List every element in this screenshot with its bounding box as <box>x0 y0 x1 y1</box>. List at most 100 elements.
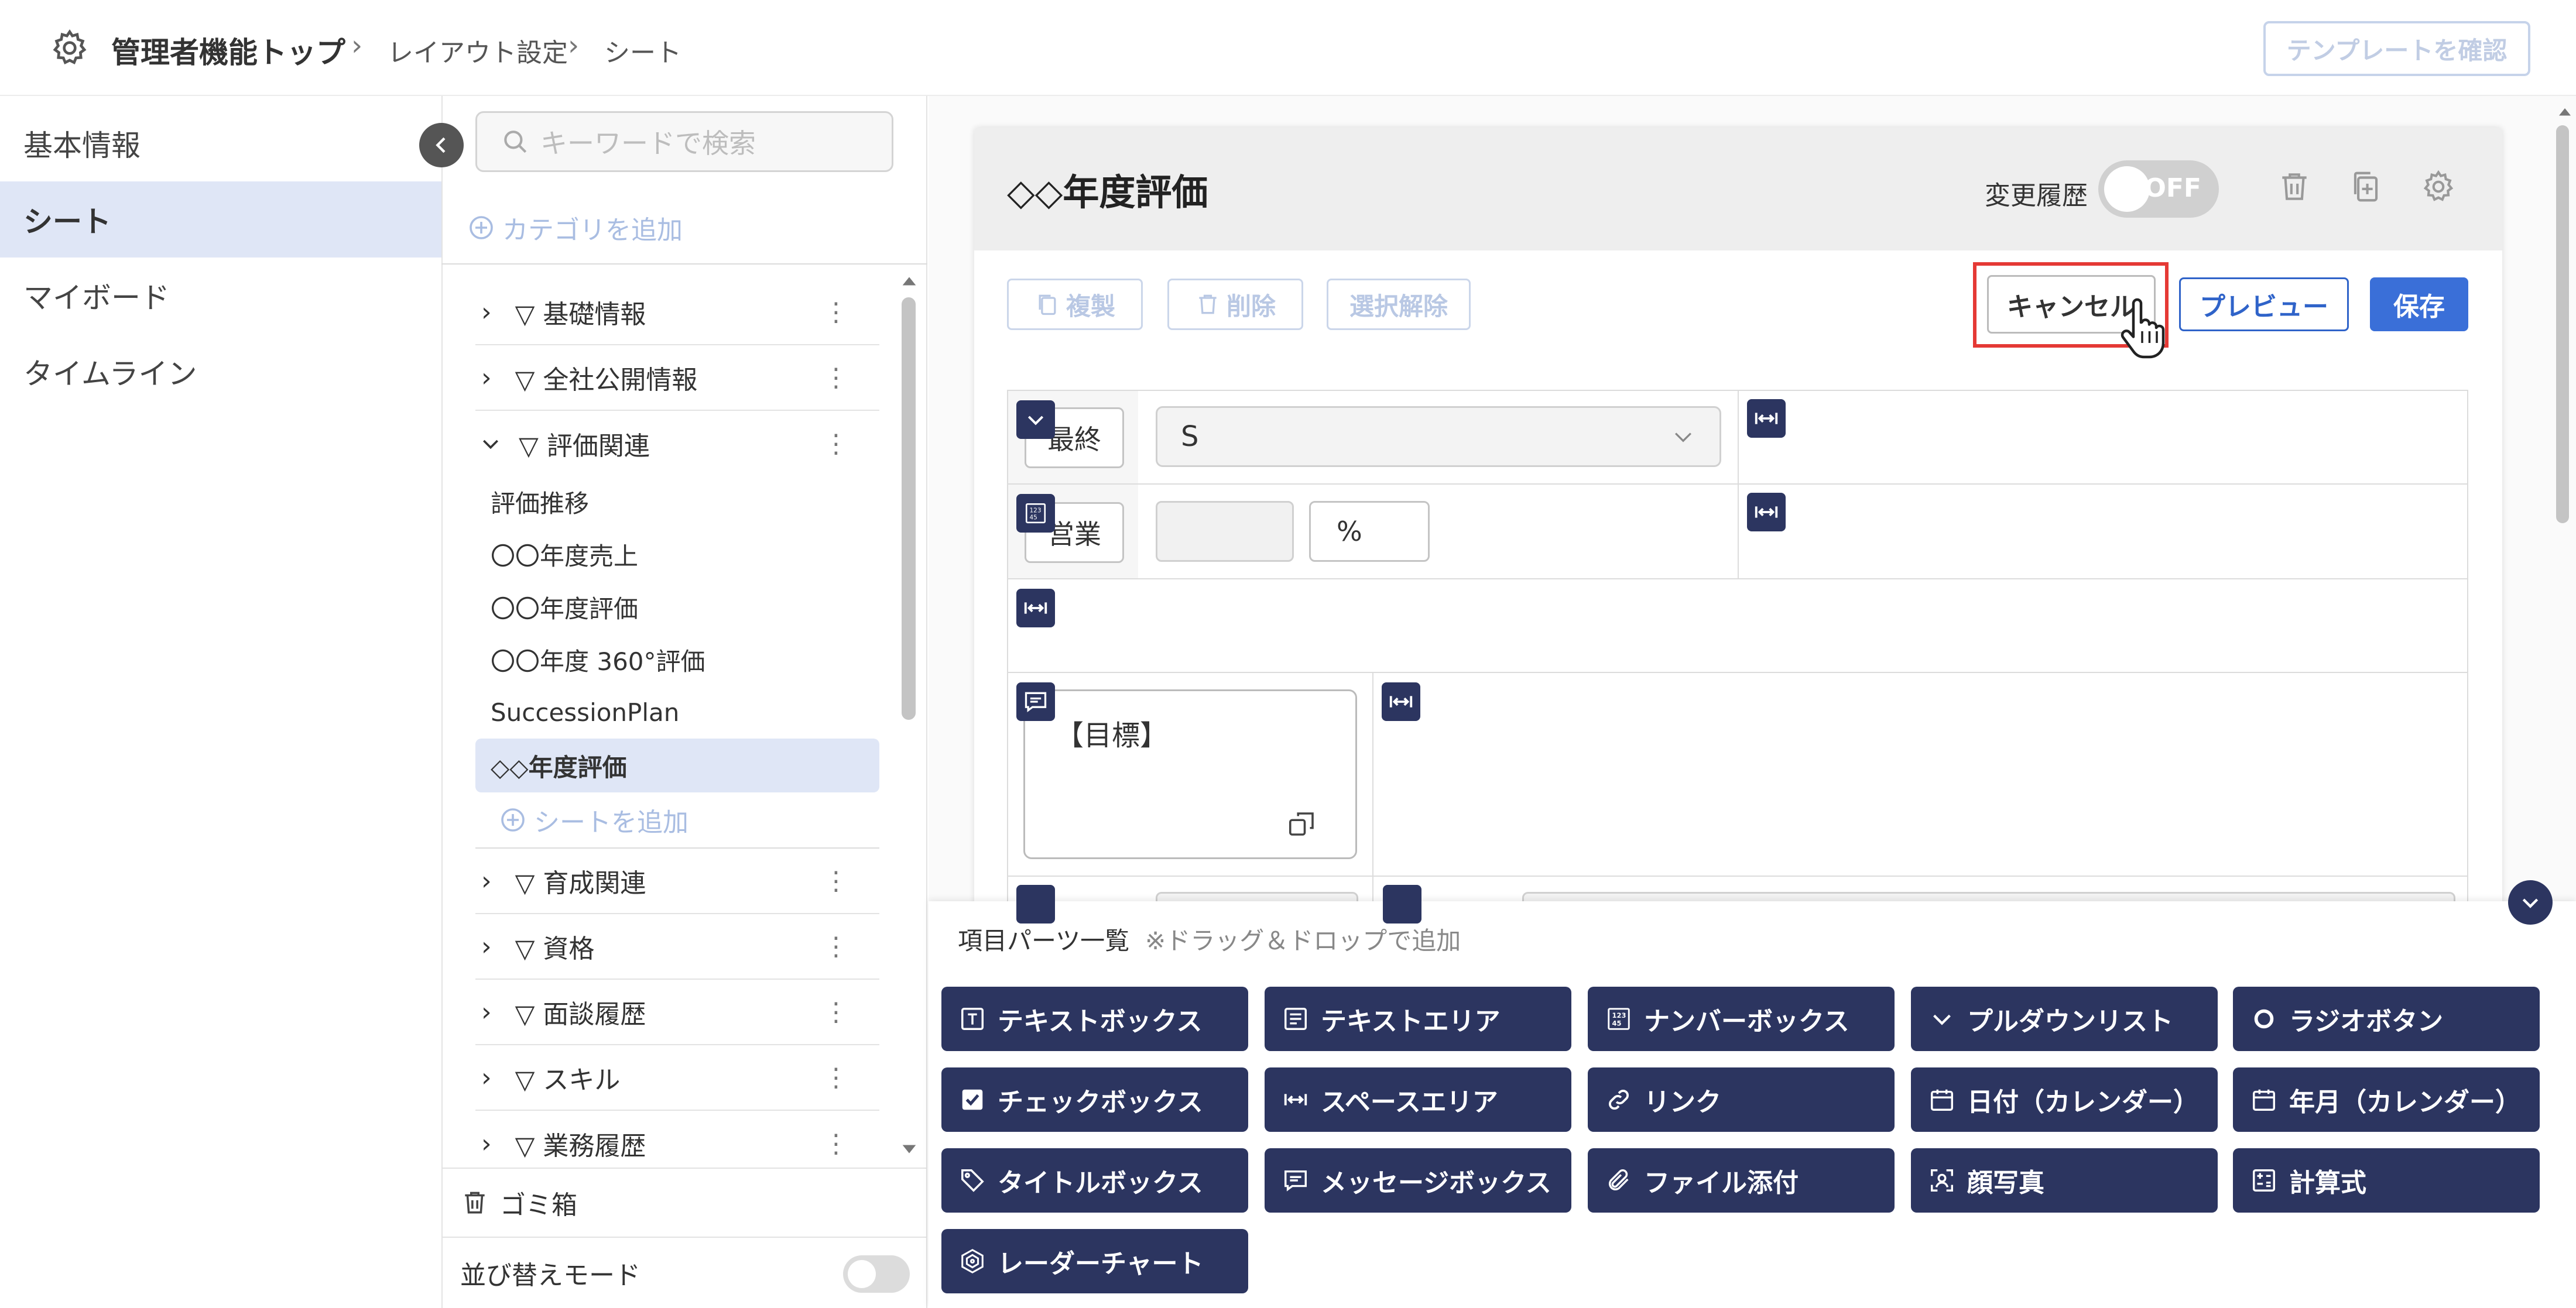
view-template-button[interactable]: テンプレートを確認 <box>2263 21 2530 76</box>
kebab-menu-icon[interactable]: ⋮ <box>823 429 849 459</box>
kebab-menu-icon[interactable]: ⋮ <box>823 297 849 327</box>
breadcrumb-admin-top[interactable]: 管理者機能トップ <box>111 29 345 71</box>
part-pulldown[interactable]: プルダウンリスト <box>1911 987 2218 1051</box>
search-icon <box>504 131 527 153</box>
space-area-icon[interactable] <box>1016 589 1055 627</box>
category-development[interactable]: › ▽ 育成関連 ⋮ <box>475 849 879 914</box>
sheet-item[interactable]: 評価推移 <box>475 475 879 528</box>
chevron-left-icon <box>436 137 446 153</box>
kebab-menu-icon[interactable]: ⋮ <box>823 363 849 393</box>
space-area-icon[interactable] <box>1382 682 1420 721</box>
duplicate-button[interactable]: 複製 <box>1007 279 1143 330</box>
link-icon <box>1604 1085 1633 1114</box>
part-checkbox[interactable]: チェックボックス <box>941 1067 1248 1132</box>
scroll-down-icon[interactable] <box>899 1141 919 1159</box>
copy-icon[interactable] <box>2348 167 2386 206</box>
trash-icon[interactable] <box>2276 167 2315 206</box>
kebab-menu-icon[interactable]: ⋮ <box>823 866 849 896</box>
part-numberbox[interactable]: 123 45 ナンバーボックス <box>1588 987 1895 1051</box>
scroll-up-icon[interactable] <box>899 272 919 289</box>
chevron-right-icon[interactable]: › <box>481 866 492 896</box>
part-file-attach[interactable]: ファイル添付 <box>1588 1148 1895 1213</box>
deselect-button[interactable]: 選択解除 <box>1327 279 1471 330</box>
delete-button[interactable]: 削除 <box>1167 279 1303 330</box>
nav-item-basic-info[interactable]: 基本情報 <box>0 105 441 181</box>
svg-text:123: 123 <box>1612 1011 1626 1019</box>
tree-scrollbar-thumb[interactable] <box>902 297 916 720</box>
space-area-icon[interactable] <box>1747 399 1786 438</box>
sheet-item[interactable]: 〇〇年度売上 <box>475 528 879 581</box>
category-basic[interactable]: › ▽ 基礎情報 ⋮ <box>475 280 879 345</box>
nav-item-timeline[interactable]: タイムライン <box>0 334 441 410</box>
preview-button[interactable]: プレビュー <box>2179 277 2349 331</box>
collapse-parts-button[interactable] <box>2508 880 2553 925</box>
settings-icon[interactable] <box>2420 167 2459 206</box>
tag-icon <box>958 1166 987 1195</box>
category-evaluation[interactable]: ▽ 評価関連 ⋮ <box>475 411 879 476</box>
scroll-up-icon[interactable] <box>2556 103 2574 119</box>
chevron-right-icon[interactable]: › <box>481 997 492 1027</box>
kebab-menu-icon[interactable]: ⋮ <box>823 932 849 962</box>
gear-icon[interactable] <box>49 26 94 70</box>
category-work-history[interactable]: › ▽ 業務履歴 ⋮ <box>475 1111 879 1176</box>
part-radio[interactable]: ラジオボタン <box>2233 987 2540 1051</box>
chevron-down-icon <box>1674 432 1692 442</box>
percent-unit[interactable]: % <box>1309 501 1430 562</box>
sheet-title[interactable]: ◇◇年度評価 <box>1007 163 1208 215</box>
textarea-icon <box>1281 1004 1310 1034</box>
expand-icon[interactable] <box>1286 808 1318 840</box>
textbox-type-icon[interactable] <box>1016 885 1055 924</box>
part-space-area[interactable]: スペースエリア <box>1265 1067 1571 1132</box>
add-sheet-button[interactable]: シートを追加 <box>499 799 688 840</box>
nav-item-sheet[interactable]: シート <box>0 181 441 258</box>
history-toggle[interactable]: OFF <box>2098 160 2219 218</box>
trash-icon <box>1199 294 1217 314</box>
chevron-down-icon <box>1927 1004 1957 1034</box>
breadcrumb-layout[interactable]: レイアウト設定 <box>388 32 568 69</box>
nav-item-myboard[interactable]: マイボード <box>0 258 441 334</box>
final-select[interactable]: S <box>1156 406 1721 467</box>
editor-scrollbar-thumb[interactable] <box>2556 125 2569 523</box>
sheet-item[interactable]: 〇〇年度評価 <box>475 581 879 633</box>
sheet-item[interactable]: 〇〇年度 360°評価 <box>475 633 879 686</box>
calculator-icon <box>2249 1166 2279 1195</box>
category-skill[interactable]: › ▽ スキル ⋮ <box>475 1045 879 1111</box>
sort-mode-toggle[interactable] <box>843 1255 910 1293</box>
chevron-right-icon[interactable]: › <box>481 1129 492 1159</box>
collapse-sidebar-button[interactable] <box>419 123 464 167</box>
category-interview[interactable]: › ▽ 面談履歴 ⋮ <box>475 980 879 1045</box>
message-type-icon[interactable] <box>1016 682 1055 721</box>
add-category-button[interactable]: カテゴリを追加 <box>467 207 683 248</box>
part-radar-chart[interactable]: レーダーチャート <box>941 1229 1248 1293</box>
kebab-menu-icon[interactable]: ⋮ <box>823 997 849 1027</box>
chevron-right-icon[interactable]: › <box>481 363 492 393</box>
textarea-type-icon[interactable] <box>1383 885 1421 924</box>
part-textbox[interactable]: テキストボックス <box>941 987 1248 1051</box>
part-face-photo[interactable]: 顔写真 <box>1911 1148 2218 1213</box>
part-message-box[interactable]: メッセージボックス <box>1265 1148 1571 1213</box>
kebab-menu-icon[interactable]: ⋮ <box>823 1129 849 1159</box>
chevron-right-icon[interactable]: › <box>481 1063 492 1093</box>
sheet-item-active[interactable]: ◇◇年度評価 <box>475 739 879 792</box>
category-company-public[interactable]: › ▽ 全社公開情報 ⋮ <box>475 345 879 411</box>
goal-message-box[interactable]: 【目標】 <box>1023 689 1357 859</box>
breadcrumb-sheet: シート <box>604 38 681 68</box>
search-input[interactable]: キーワードで検索 <box>475 111 893 172</box>
space-area-icon[interactable] <box>1747 493 1786 531</box>
numberbox-type-icon[interactable]: 123 45 <box>1016 494 1055 533</box>
chevron-right-icon[interactable]: › <box>481 932 492 962</box>
part-link[interactable]: リンク <box>1588 1067 1895 1132</box>
part-year-month[interactable]: 年月（カレンダー） <box>2233 1067 2540 1132</box>
part-date[interactable]: 日付（カレンダー） <box>1911 1067 2218 1132</box>
category-qualification[interactable]: › ▽ 資格 ⋮ <box>475 914 879 980</box>
sheet-item[interactable]: SuccessionPlan <box>475 686 879 739</box>
dropdown-type-icon[interactable] <box>1016 400 1055 439</box>
trash-button[interactable]: ゴミ箱 <box>441 1168 927 1237</box>
save-button[interactable]: 保存 <box>2370 277 2468 331</box>
chevron-right-icon[interactable]: › <box>481 297 492 327</box>
part-textarea[interactable]: テキストエリア <box>1265 987 1571 1051</box>
part-formula[interactable]: 計算式 <box>2233 1148 2540 1213</box>
part-title-box[interactable]: タイトルボックス <box>941 1148 1248 1213</box>
sales-number-input[interactable] <box>1156 501 1294 562</box>
kebab-menu-icon[interactable]: ⋮ <box>823 1063 849 1093</box>
